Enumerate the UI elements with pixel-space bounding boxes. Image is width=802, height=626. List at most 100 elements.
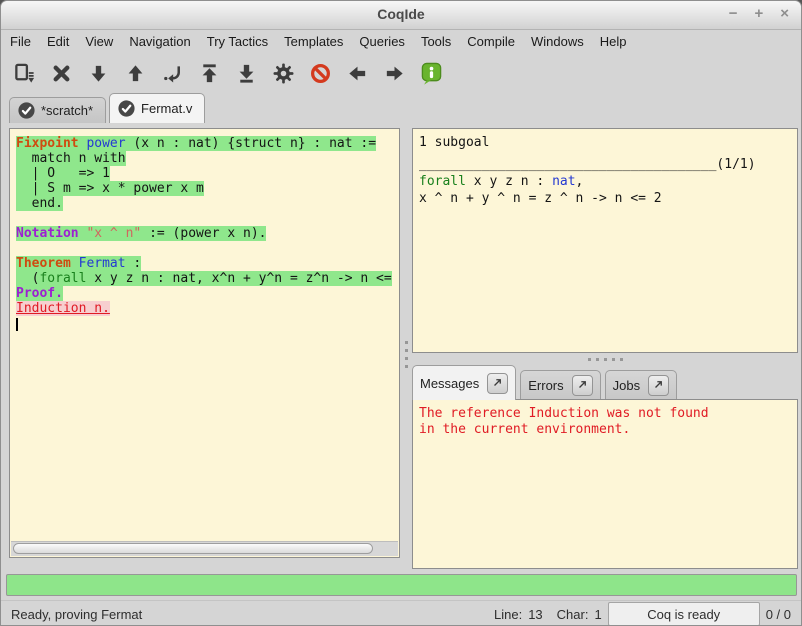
code-editor[interactable]: Fixpoint power (x n : nat) {struct n} : … bbox=[11, 130, 398, 541]
status-text: Ready, proving Fermat bbox=[11, 607, 142, 622]
go-to-cursor-button[interactable] bbox=[154, 56, 191, 90]
line-text: Proof. bbox=[16, 286, 63, 301]
horizontal-splitter[interactable] bbox=[412, 355, 798, 364]
menu-item-file[interactable]: File bbox=[2, 31, 39, 52]
line-text: Induction n. bbox=[16, 301, 110, 316]
tab-messages[interactable]: Messages bbox=[412, 365, 516, 400]
tab-label: Fermat.v bbox=[141, 101, 192, 116]
menu-item-view[interactable]: View bbox=[77, 31, 121, 52]
goal-line: forall x y z n : nat, bbox=[419, 173, 791, 190]
check-icon bbox=[18, 102, 35, 119]
code-line[interactable]: match n with bbox=[16, 151, 398, 166]
code-segment: "x ^ n" bbox=[86, 226, 141, 241]
code-line[interactable] bbox=[16, 241, 398, 256]
menu-item-compile[interactable]: Compile bbox=[459, 31, 523, 52]
code-line[interactable]: | O => 1 bbox=[16, 166, 398, 181]
code-line[interactable]: Notation "x ^ n" := (power x n). bbox=[16, 226, 398, 241]
code-segment: | O => 1 bbox=[16, 166, 110, 181]
line-text: | O => 1 bbox=[16, 166, 110, 181]
message-tab-bar: Messages Errors Jobs bbox=[412, 365, 677, 400]
code-segment: | S m => x * power x m bbox=[16, 181, 204, 196]
fully-check-button[interactable] bbox=[265, 56, 302, 90]
window-title: CoqIde bbox=[1, 6, 801, 22]
code-line[interactable]: Theorem Fermat : bbox=[16, 256, 398, 271]
interrupt-icon bbox=[309, 62, 332, 85]
code-line[interactable]: | S m => x * power x m bbox=[16, 181, 398, 196]
line-text: match n with bbox=[16, 151, 126, 166]
detach-icon bbox=[492, 376, 503, 391]
go-to-end-button[interactable] bbox=[228, 56, 265, 90]
step-backward-icon bbox=[124, 62, 147, 85]
about-button[interactable] bbox=[413, 56, 450, 90]
fully-check-icon bbox=[272, 62, 295, 85]
code-line[interactable]: Induction n. bbox=[16, 301, 398, 316]
step-forward-button[interactable] bbox=[80, 56, 117, 90]
tab-label: Errors bbox=[528, 378, 563, 393]
window-controls: − + × bbox=[729, 5, 789, 23]
code-line[interactable]: (forall x y z n : nat, x^n + y^n = z^n -… bbox=[16, 271, 398, 286]
code-line[interactable]: Fixpoint power (x n : nat) {struct n} : … bbox=[16, 136, 398, 151]
menu-item-navigation[interactable]: Navigation bbox=[121, 31, 198, 52]
code-segment: Notation bbox=[16, 226, 79, 241]
detach-button[interactable] bbox=[572, 375, 593, 396]
menu-item-queries[interactable]: Queries bbox=[351, 31, 413, 52]
line-text: (forall x y z n : nat, x^n + y^n = z^n -… bbox=[16, 271, 392, 286]
line-value: 13 bbox=[528, 607, 542, 622]
menu-item-windows[interactable]: Windows bbox=[523, 31, 592, 52]
scrollbar-thumb[interactable] bbox=[13, 543, 373, 554]
code-segment: x y z n : nat, x^n + y^n = z^n -> n <= bbox=[86, 271, 391, 286]
detach-button[interactable] bbox=[487, 373, 508, 394]
text-cursor bbox=[16, 318, 18, 331]
code-segment: Induction n. bbox=[16, 301, 110, 316]
titlebar[interactable]: CoqIde − + × bbox=[1, 1, 801, 30]
close-button[interactable]: × bbox=[780, 5, 789, 23]
check-icon bbox=[118, 100, 135, 117]
code-segment: Fixpoint bbox=[16, 136, 79, 151]
coq-status: Coq is ready bbox=[608, 602, 760, 626]
step-forward-icon bbox=[87, 62, 110, 85]
go-to-cursor-icon bbox=[161, 62, 184, 85]
code-segment bbox=[71, 256, 79, 271]
code-line[interactable]: end. bbox=[16, 196, 398, 211]
code-line[interactable]: Proof. bbox=[16, 286, 398, 301]
tab-fermat-v[interactable]: Fermat.v bbox=[109, 93, 205, 123]
code-line[interactable] bbox=[16, 316, 398, 331]
code-segment: : bbox=[126, 256, 142, 271]
tab-scratch[interactable]: *scratch* bbox=[9, 97, 106, 123]
message-line: in the current environment. bbox=[419, 422, 791, 438]
step-backward-button[interactable] bbox=[117, 56, 154, 90]
menu-item-templates[interactable]: Templates bbox=[276, 31, 351, 52]
horizontal-scrollbar[interactable] bbox=[11, 541, 398, 556]
code-segment: nat bbox=[552, 174, 575, 189]
code-segment: (x n : nat) {struct n} : nat := bbox=[126, 136, 376, 151]
code-segment: forall bbox=[39, 271, 86, 286]
close-button[interactable] bbox=[43, 56, 80, 90]
detach-button[interactable] bbox=[648, 375, 669, 396]
progress-bar bbox=[6, 574, 797, 596]
next-button[interactable] bbox=[376, 56, 413, 90]
messages-pane[interactable]: The reference Induction was not foundin … bbox=[412, 399, 798, 569]
script-editor-pane[interactable]: Fixpoint power (x n : nat) {struct n} : … bbox=[9, 128, 400, 558]
line-text: Theorem Fermat : bbox=[16, 256, 141, 271]
menu-item-edit[interactable]: Edit bbox=[39, 31, 77, 52]
goal-pane[interactable]: 1 subgoal_______________________________… bbox=[412, 128, 798, 353]
tab-errors[interactable]: Errors bbox=[520, 370, 600, 400]
maximize-button[interactable]: + bbox=[754, 5, 763, 23]
toolbar bbox=[1, 53, 450, 93]
code-line[interactable] bbox=[16, 211, 398, 226]
status-bar: Ready, proving Fermat Line: 13 Char: 1 C… bbox=[1, 600, 801, 626]
tab-jobs[interactable]: Jobs bbox=[605, 370, 677, 400]
new-doc-button[interactable] bbox=[6, 56, 43, 90]
menu-item-try-tactics[interactable]: Try Tactics bbox=[199, 31, 276, 52]
interrupt-button[interactable] bbox=[302, 56, 339, 90]
detach-icon bbox=[577, 378, 588, 393]
menu-item-tools[interactable]: Tools bbox=[413, 31, 459, 52]
go-to-start-button[interactable] bbox=[191, 56, 228, 90]
goal-line: 1 subgoal bbox=[419, 134, 791, 151]
vertical-splitter[interactable] bbox=[402, 334, 411, 374]
previous-button[interactable] bbox=[339, 56, 376, 90]
menu-item-help[interactable]: Help bbox=[592, 31, 635, 52]
code-segment: match n with bbox=[16, 151, 126, 166]
minimize-button[interactable]: − bbox=[729, 5, 738, 23]
previous-icon bbox=[346, 62, 369, 85]
